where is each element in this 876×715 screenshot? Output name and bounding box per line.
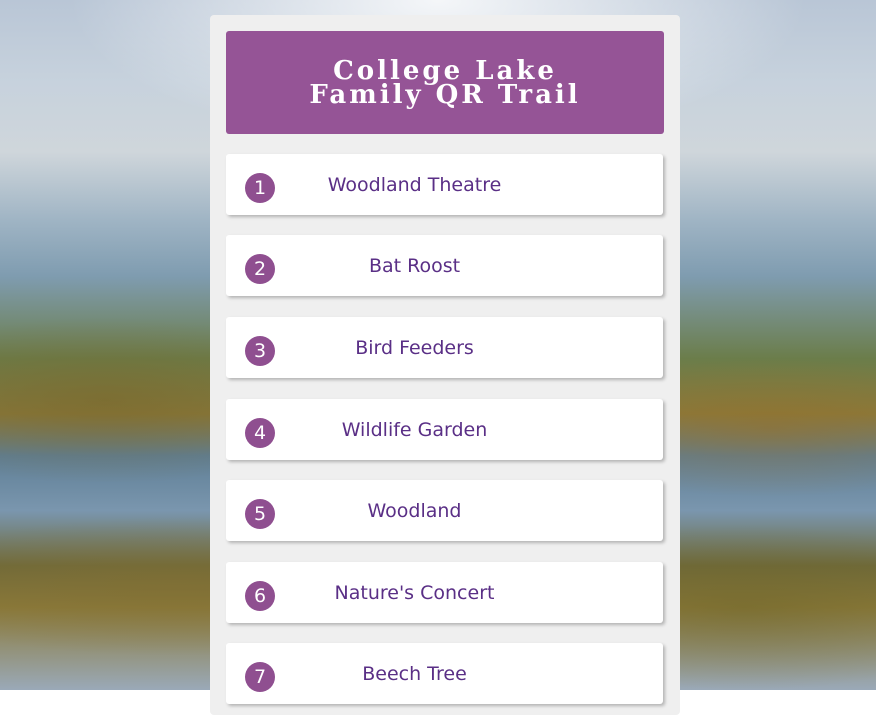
trail-item-label: Bat Roost <box>368 254 461 277</box>
trail-item-label: Woodland Theatre <box>327 173 502 196</box>
trail-item-wildlife-garden[interactable]: 4 Wildlife Garden <box>226 399 663 460</box>
trail-item-woodland-theatre[interactable]: 1 Woodland Theatre <box>226 154 663 215</box>
page-title-line2: Family QR Trail <box>309 79 581 110</box>
trail-item-natures-concert[interactable]: 6 Nature's Concert <box>226 562 663 623</box>
trail-item-label: Nature's Concert <box>334 581 495 604</box>
trail-item-label: Woodland <box>367 499 462 522</box>
trail-item-label: Beech Tree <box>362 662 467 685</box>
trail-item-beech-tree[interactable]: 7 Beech Tree <box>226 643 663 704</box>
page-title-line1: College Lake <box>333 55 557 86</box>
trail-item-bat-roost[interactable]: 2 Bat Roost <box>226 235 663 296</box>
trail-item-bird-feeders[interactable]: 3 Bird Feeders <box>226 317 663 378</box>
trail-panel: College Lake Family QR Trail 1 Woodland … <box>210 15 680 715</box>
trail-item-woodland[interactable]: 5 Woodland <box>226 480 663 541</box>
page-header: College Lake Family QR Trail <box>226 31 664 134</box>
trail-item-label: Wildlife Garden <box>341 418 488 441</box>
trail-item-label: Bird Feeders <box>355 336 474 359</box>
